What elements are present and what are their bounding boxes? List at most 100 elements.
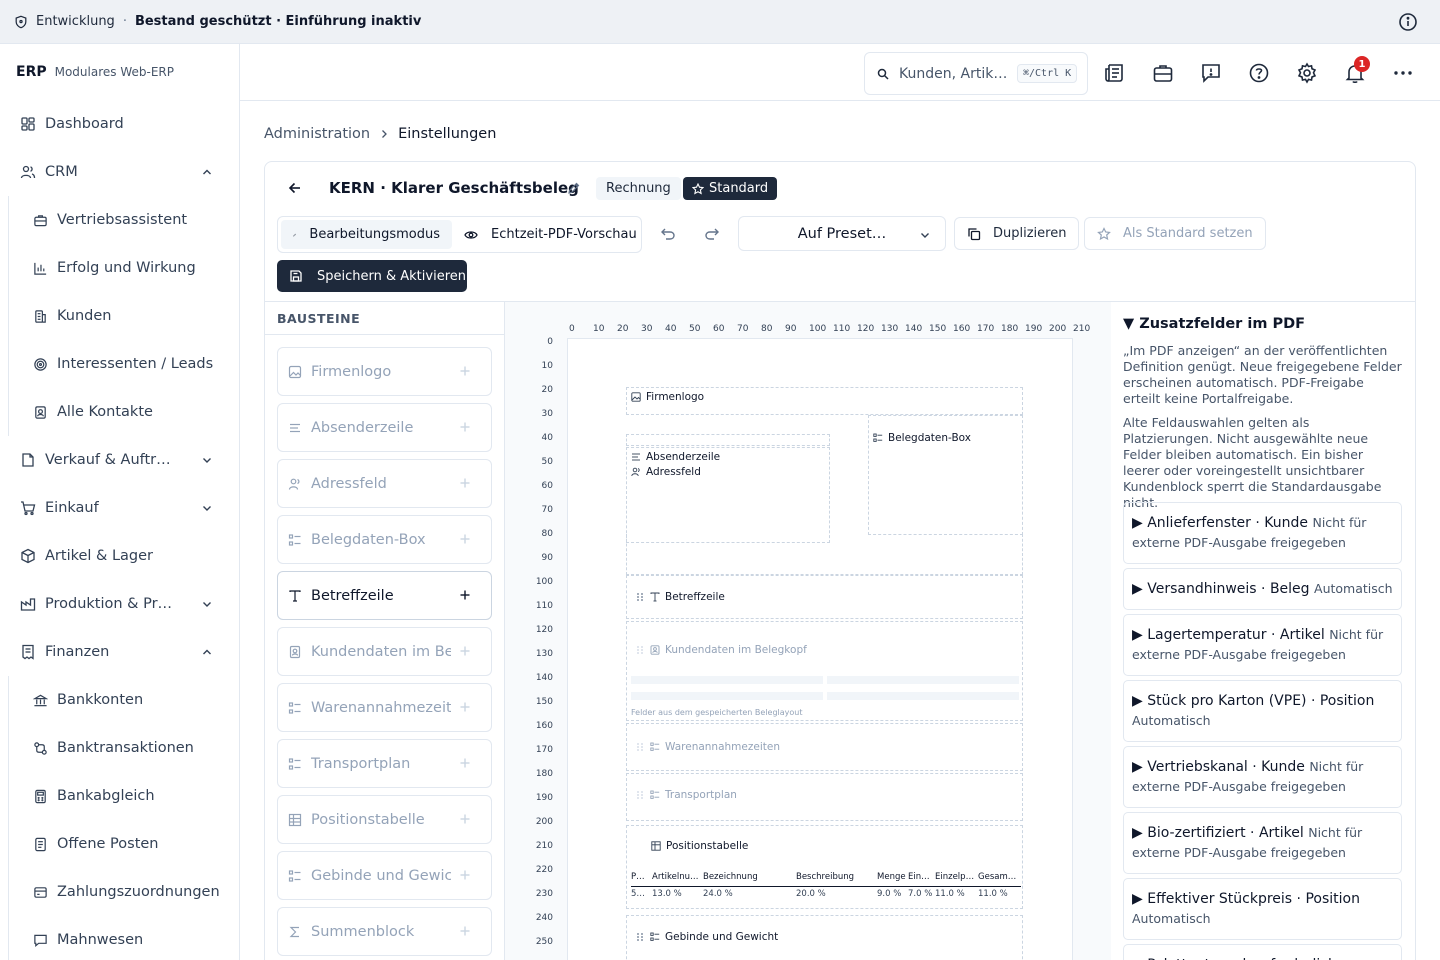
block-item[interactable]: Adressfeld <box>277 459 492 508</box>
additional-field-item[interactable]: ▶ Lagertemperatur · Artikel Nicht für ex… <box>1123 614 1402 676</box>
duplicate-button[interactable]: Duplizieren <box>954 217 1080 250</box>
drag-handle-icon[interactable] <box>635 932 645 942</box>
save-activate-label: Speichern & Aktivieren <box>317 268 466 284</box>
set-default-button[interactable]: Als Standard setzen <box>1084 217 1266 250</box>
block-item[interactable]: Summenblock <box>277 907 492 956</box>
sidebar-item-purchase[interactable]: Einkauf <box>0 484 239 532</box>
sidebar-item-contacts[interactable]: Alle Kontakte <box>0 388 239 436</box>
plus-icon[interactable] <box>459 701 471 713</box>
region-packaging[interactable]: Gebinde und Gewicht <box>626 915 1023 960</box>
drag-handle-icon[interactable] <box>635 790 645 800</box>
sidebar-item-payment-allocations[interactable]: Zahlungszuordnungen <box>0 868 239 916</box>
preset-select[interactable]: Auf Preset… <box>738 216 946 251</box>
undo-icon[interactable] <box>660 226 676 242</box>
sidebar-item-sales[interactable]: Verkauf & Auftr… <box>0 436 239 484</box>
additional-field-item[interactable]: ▶ Vertriebskanal · Kunde Nicht für exter… <box>1123 746 1402 808</box>
sidebar-item-sales-assistant[interactable]: Vertriebsassistent <box>0 196 239 244</box>
block-item[interactable]: Firmenlogo <box>277 347 492 396</box>
region-transport[interactable]: Transportplan <box>626 773 1023 821</box>
file-icon <box>22 453 34 467</box>
plus-icon[interactable] <box>459 589 471 601</box>
additional-field-item[interactable]: ▶ Effektiver Stückpreis · Position Autom… <box>1123 878 1402 940</box>
table-value-cell: 13.0 % <box>652 889 682 899</box>
sidebar-item-dunning[interactable]: Mahnwesen <box>0 916 239 960</box>
drag-handle-icon[interactable] <box>635 645 645 655</box>
region-customer[interactable]: Kundendaten im Belegkopf Felder aus dem … <box>626 621 1023 721</box>
sidebar-item-leads[interactable]: Interessenten / Leads <box>0 340 239 388</box>
brand[interactable]: ERP Modulares Web-ERP <box>0 44 239 100</box>
region-receiving[interactable]: Warenannahmezeiten <box>626 723 1023 771</box>
sidebar-item-customers[interactable]: Kunden <box>0 292 239 340</box>
field-name: Anlieferfenster · Kunde <box>1147 515 1309 531</box>
block-item[interactable]: Warenannahmezeiten <box>277 683 492 732</box>
additional-field-item[interactable]: ▶ Stück pro Karton (VPE) · Position Auto… <box>1123 680 1402 742</box>
placeholder-bar <box>631 692 823 700</box>
additional-field-item[interactable]: ▶ Bio-zertifiziert · Artikel Nicht für e… <box>1123 812 1402 874</box>
block-item[interactable]: Kundendaten im Belegkopf <box>277 627 492 676</box>
sidebar-item-bank-transactions[interactable]: Banktransaktionen <box>0 724 239 772</box>
global-search[interactable]: Kunden, Artik… ⌘/Ctrl K <box>864 52 1088 95</box>
additional-fields-toggle[interactable]: ▼ Zusatzfelder im PDF <box>1123 316 1305 332</box>
feedback-icon[interactable] <box>1200 62 1222 84</box>
plus-icon[interactable] <box>459 925 471 937</box>
sidebar-item-crm[interactable]: CRM <box>0 148 239 196</box>
region-label: Belegdaten-Box <box>873 432 971 444</box>
plus-icon[interactable] <box>459 421 471 433</box>
sidebar-item-bank-reconciliation[interactable]: Bankabgleich <box>0 772 239 820</box>
plus-icon[interactable] <box>459 757 471 769</box>
ruler-tick-y: 230 <box>535 889 553 899</box>
mode-edit-button[interactable]: Bearbeitungsmodus <box>281 220 452 249</box>
chevron-down-icon <box>203 458 211 463</box>
region-positions[interactable]: Positionstabelle P… Artikelnu… Bezeichnung… <box>626 825 1023 909</box>
additional-field-item[interactable]: ▶ Anlieferfenster · Kunde Nicht für exte… <box>1123 502 1402 564</box>
sidebar-item-label: Alle Kontakte <box>57 404 153 420</box>
plus-icon[interactable] <box>459 813 471 825</box>
mode-preview-button[interactable]: Echtzeit-PDF-Vorschau <box>452 220 649 249</box>
region-address[interactable]: Absenderzeile Adressfeld <box>626 447 830 543</box>
sidebar-item-finance[interactable]: Finanzen <box>0 628 239 676</box>
breadcrumb-parent[interactable]: Administration <box>264 126 370 142</box>
newspaper-icon[interactable] <box>1104 62 1126 84</box>
plus-icon[interactable] <box>459 365 471 377</box>
sidebar-item-production[interactable]: Produktion & Pr… <box>0 580 239 628</box>
sidebar-item-dashboard[interactable]: Dashboard <box>0 100 239 148</box>
ruler-tick-y: 220 <box>535 865 553 875</box>
sidebar-item-stock[interactable]: Artikel & Lager <box>0 532 239 580</box>
block-item[interactable]: Gebinde und Gewicht <box>277 851 492 900</box>
block-item[interactable]: Absenderzeile <box>277 403 492 452</box>
region-docbox[interactable]: Belegdaten-Box <box>868 415 1023 535</box>
additional-field-item[interactable]: ▶ Palettentausch erforderlich <box>1123 944 1402 960</box>
drag-handle-icon[interactable] <box>635 592 645 602</box>
block-item[interactable]: Positionstabelle <box>277 795 492 844</box>
plus-icon[interactable] <box>459 645 471 657</box>
sidebar-item-success[interactable]: Erfolg und Wirkung <box>0 244 239 292</box>
sidebar-item-open-items[interactable]: Offene Posten <box>0 820 239 868</box>
gear-icon[interactable] <box>1296 62 1318 84</box>
table-header-rule <box>631 886 1021 887</box>
help-icon[interactable] <box>1248 62 1270 84</box>
region-subject[interactable]: Betreffzeile <box>626 575 1023 619</box>
region-transport-label: Transportplan <box>665 789 737 801</box>
region-sender-line[interactable] <box>626 434 830 446</box>
block-item[interactable]: Belegdaten-Box <box>277 515 492 564</box>
more-icon[interactable] <box>1392 62 1414 84</box>
block-item[interactable]: Betreffzeile <box>277 571 492 620</box>
layout-canvas[interactable]: 0 10 20 30 40 50 60 70 80 90 100 110 120 130 140 150 160… <box>505 302 1111 960</box>
info-icon[interactable] <box>1398 12 1418 32</box>
plus-icon[interactable] <box>459 477 471 489</box>
save-activate-button[interactable]: Speichern & Aktivieren <box>277 260 467 292</box>
additional-field-item[interactable]: ▶ Versandhinweis · Beleg Automatisch <box>1123 568 1402 610</box>
drag-handle-icon[interactable] <box>635 742 645 752</box>
block-item[interactable]: Transportplan <box>277 739 492 788</box>
pencil-icon <box>293 233 297 236</box>
plus-icon[interactable] <box>459 869 471 881</box>
pencil-icon[interactable] <box>567 181 581 195</box>
search-input[interactable]: Kunden, Artik… <box>899 66 1011 82</box>
redo-icon[interactable] <box>704 226 720 242</box>
sidebar-item-bank-accounts[interactable]: Bankkonten <box>0 676 239 724</box>
briefcase-icon[interactable] <box>1152 62 1174 84</box>
plus-icon[interactable] <box>459 533 471 545</box>
region-logo[interactable]: Firmenlogo <box>626 387 1023 415</box>
app-header: Kunden, Artik… ⌘/Ctrl K 1 <box>240 44 1440 101</box>
arrow-left-icon[interactable] <box>287 180 303 196</box>
